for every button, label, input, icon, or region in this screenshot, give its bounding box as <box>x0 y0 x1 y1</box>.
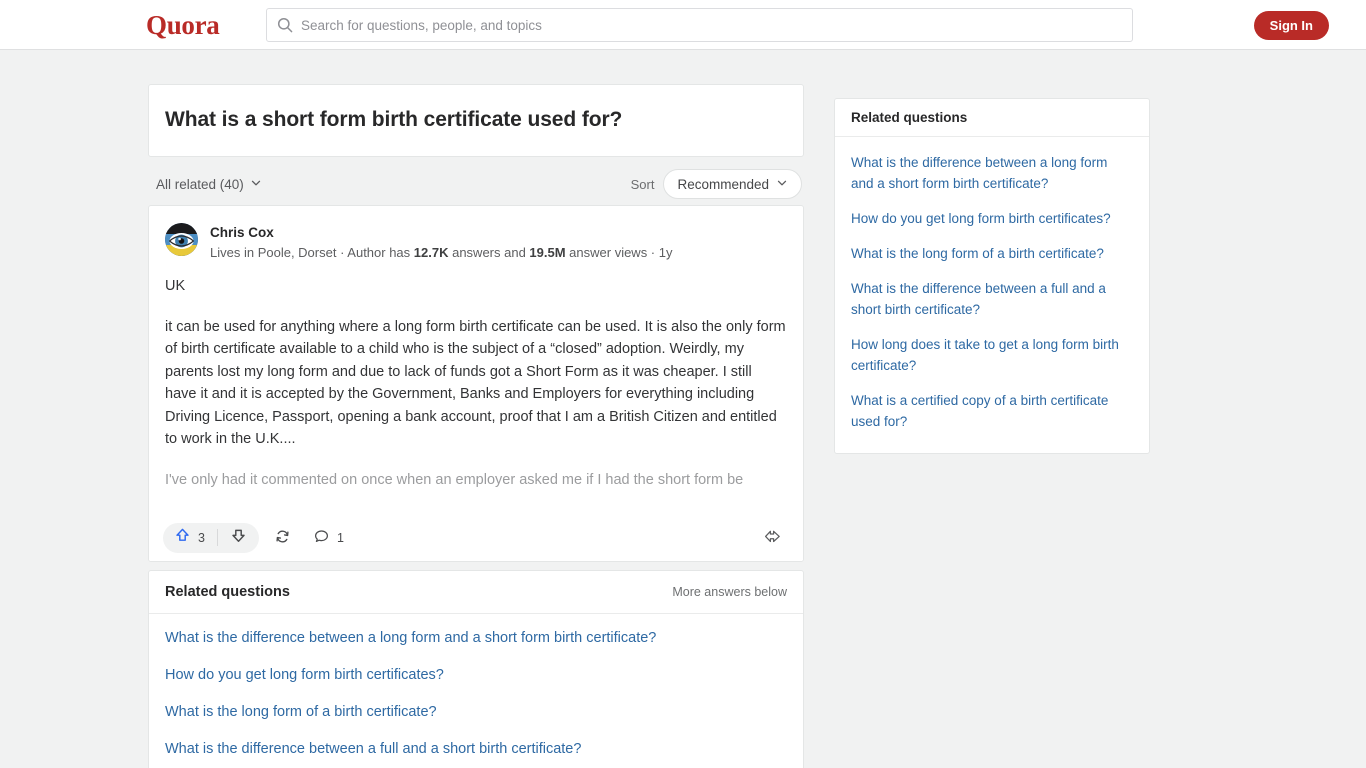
answer-body: UK it can be used for anything where a l… <box>165 275 787 515</box>
site-header: Quora Sign In <box>0 0 1366 50</box>
sidebar-list-item[interactable]: What is a certified copy of a birth cert… <box>851 383 1133 439</box>
credential-middle: answers and <box>448 245 530 260</box>
answer-paragraph-1: UK <box>165 278 186 294</box>
search-input[interactable] <box>301 17 1122 33</box>
author-name[interactable]: Chris Cox <box>210 224 672 241</box>
upvote-button[interactable]: 3 <box>163 523 217 553</box>
sort-dropdown[interactable]: Recommended <box>663 169 802 199</box>
fade-gradient <box>165 484 787 515</box>
author-meta: Chris Cox Lives in Poole, Dorset · Autho… <box>210 223 672 262</box>
more-answers-below-label: More answers below <box>672 584 787 599</box>
sidebar-related-questions-header: Related questions <box>835 99 1149 137</box>
repost-icon <box>274 528 291 548</box>
related-questions-card: Related questions More answers below Wha… <box>148 569 804 768</box>
main-column: What is a short form birth certificate u… <box>148 84 804 768</box>
sidebar-list-item[interactable]: How do you get long form birth certifica… <box>851 201 1133 236</box>
chevron-down-icon <box>250 177 262 192</box>
sidebar: Related questions What is the difference… <box>834 98 1150 454</box>
action-bar-left: 3 1 <box>163 522 351 553</box>
search-bar[interactable] <box>266 8 1133 42</box>
sort-group: Sort Recommended <box>631 169 802 199</box>
related-questions-header: Related questions More answers below <box>149 571 803 614</box>
upvote-count: 3 <box>198 530 205 545</box>
sidebar-list-item[interactable]: What is the long form of a birth certifi… <box>851 236 1133 271</box>
answer-faded-region: I've only had it commented on once when … <box>165 469 787 515</box>
quora-logo[interactable]: Quora <box>146 10 220 40</box>
chevron-down-icon <box>776 177 788 192</box>
share-button[interactable] <box>756 523 789 553</box>
credential-prefix: Lives in Poole, Dorset · Author has <box>210 245 414 260</box>
list-item[interactable]: How do you get long form birth certifica… <box>165 657 787 694</box>
page-body: What is a short form birth certificate u… <box>0 50 1366 768</box>
sort-label: Sort <box>630 176 655 192</box>
list-item[interactable]: What is the long form of a birth certifi… <box>165 694 787 731</box>
author-credential: Lives in Poole, Dorset · Author has 12.7… <box>210 243 672 262</box>
downvote-button[interactable] <box>218 523 259 553</box>
answer-action-bar: 3 1 <box>149 514 803 561</box>
credential-suffix: answer views · 1y <box>565 245 673 260</box>
repost-button[interactable] <box>267 523 298 553</box>
vote-pill: 3 <box>163 522 259 553</box>
comment-count: 1 <box>336 530 344 545</box>
author-row: Chris Cox Lives in Poole, Dorset · Autho… <box>165 223 787 262</box>
avatar[interactable] <box>165 223 198 256</box>
views-count: 19.5M <box>529 245 566 260</box>
sign-in-button[interactable]: Sign In <box>1253 11 1329 40</box>
answer-paragraph-2: it can be used for anything where a long… <box>165 318 786 448</box>
search-icon <box>277 17 293 33</box>
filter-bar: All related (40) Sort Recommended <box>148 163 804 205</box>
related-questions-title: Related questions <box>165 583 290 600</box>
comment-button[interactable]: 1 <box>306 523 351 553</box>
all-related-dropdown[interactable]: All related (40) <box>156 177 262 192</box>
sidebar-related-questions-list: What is the difference between a long fo… <box>835 137 1149 453</box>
upvote-arrow-icon <box>174 527 191 549</box>
answers-count: 12.7K <box>413 245 449 260</box>
answer-content: Chris Cox Lives in Poole, Dorset · Autho… <box>149 206 803 515</box>
list-item[interactable]: What is the difference between a full an… <box>165 731 787 768</box>
downvote-arrow-icon <box>230 527 247 549</box>
sidebar-list-item[interactable]: What is the difference between a long fo… <box>851 145 1133 201</box>
sidebar-list-item[interactable]: What is the difference between a full an… <box>851 271 1133 327</box>
related-questions-list: What is the difference between a long fo… <box>149 614 803 768</box>
list-item[interactable]: What is the difference between a long fo… <box>165 620 787 657</box>
sidebar-related-questions-card: Related questions What is the difference… <box>834 98 1150 454</box>
all-related-label: All related (40) <box>156 176 244 192</box>
sidebar-related-questions-title: Related questions <box>851 110 968 125</box>
question-card: What is a short form birth certificate u… <box>148 84 804 157</box>
share-arrow-icon <box>763 527 782 549</box>
sort-value: Recommended <box>677 176 769 192</box>
answer-card: Chris Cox Lives in Poole, Dorset · Autho… <box>148 205 804 562</box>
page-title: What is a short form birth certificate u… <box>165 108 623 131</box>
comment-bubble-icon <box>313 528 330 548</box>
sidebar-list-item[interactable]: How long does it take to get a long form… <box>851 327 1133 383</box>
